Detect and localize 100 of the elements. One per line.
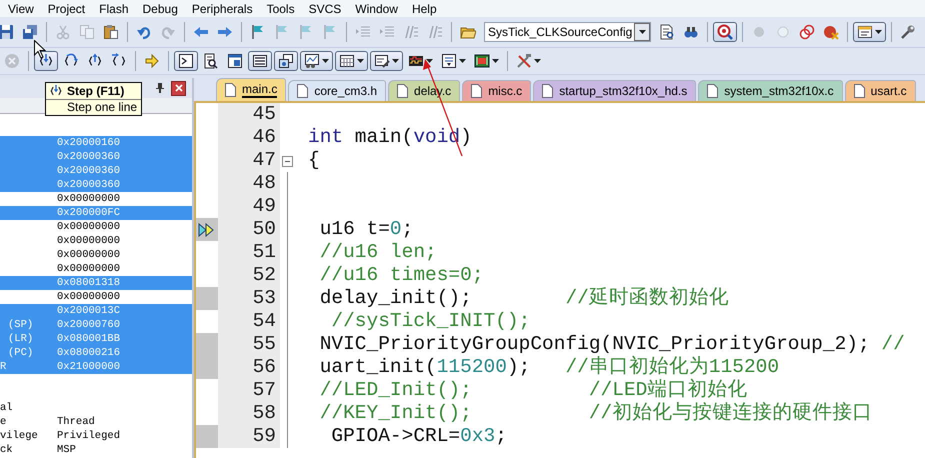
- caret-icon[interactable]: [492, 59, 499, 63]
- register-row[interactable]: 0x00000000: [0, 220, 192, 234]
- magnifier-button[interactable]: [713, 22, 738, 42]
- save-all-icon[interactable]: [22, 24, 38, 40]
- document-icon: [471, 84, 482, 98]
- save-icon[interactable]: [0, 24, 14, 40]
- register-value: 0x00000000: [57, 291, 120, 303]
- code-line: u16 t=0;: [318, 218, 414, 241]
- clipboard-icon[interactable]: [103, 24, 119, 40]
- line-number: 45: [218, 103, 280, 126]
- line-number: 52: [218, 264, 280, 287]
- document-icon: [397, 84, 408, 98]
- tooltip-text: Step one line: [66, 100, 138, 115]
- line-number: 46: [218, 126, 280, 149]
- binoculars-icon[interactable]: [683, 24, 700, 40]
- register-name: (SP): [7, 319, 34, 331]
- register-row[interactable]: vilege Privileged: [0, 429, 192, 443]
- code-line: uart_init(115200); //串口初始化为115200: [318, 356, 780, 378]
- magnifier-icon: [717, 24, 734, 40]
- braces-arrow-icon: [49, 84, 63, 98]
- file-tab[interactable]: startup_stm32f10x_hd.s: [533, 80, 696, 101]
- register-value: 0x21000000: [57, 361, 120, 373]
- file-tab[interactable]: usart.c: [844, 80, 916, 101]
- chip-icon[interactable]: [474, 53, 490, 69]
- register-value: 0x200000FC: [57, 207, 120, 219]
- register-row[interactable]: ck MSP: [0, 443, 192, 457]
- menu-item[interactable]: SVCS: [308, 2, 342, 16]
- register-row[interactable]: e Thread: [0, 415, 192, 429]
- caret-icon[interactable]: [357, 59, 364, 63]
- menu-item[interactable]: Tools: [266, 2, 295, 16]
- terminal-button[interactable]: [174, 51, 198, 71]
- register-row[interactable]: 0x00000000: [0, 290, 192, 304]
- function-dropdown[interactable]: SysTick_CLKSourceConfig: [484, 22, 652, 42]
- hammer-wrench-icon[interactable]: [516, 53, 532, 69]
- list-button[interactable]: [248, 51, 272, 71]
- register-value: 0x2000013C: [57, 305, 120, 317]
- pin-icon[interactable]: [155, 82, 165, 94]
- caret-icon[interactable]: [322, 59, 329, 63]
- document-search-icon[interactable]: [203, 53, 219, 69]
- settings-icon[interactable]: [900, 24, 916, 40]
- menu-item[interactable]: Peripherals: [192, 2, 253, 16]
- code-line: GPIOA->CRL=0x3;: [330, 425, 507, 448]
- file-tab[interactable]: main.c: [216, 78, 286, 101]
- collapse-icon[interactable]: [282, 156, 292, 167]
- window-pen-icon: [374, 53, 390, 69]
- register-row[interactable]: al: [0, 401, 192, 415]
- line-number: 49: [218, 195, 280, 218]
- window-chart-button[interactable]: [300, 51, 333, 71]
- caret-icon[interactable]: [426, 59, 433, 63]
- file-tab[interactable]: misc.c: [462, 80, 532, 101]
- menu-item[interactable]: Project: [48, 2, 86, 16]
- window-pen-button[interactable]: [370, 51, 403, 71]
- stacked-windows-button[interactable]: [274, 51, 298, 71]
- line-number: 51: [218, 241, 280, 264]
- register-value: 0x08001318: [57, 277, 120, 289]
- menu-item[interactable]: Debug: [142, 2, 178, 16]
- register-row[interactable]: 0x00000000: [0, 262, 192, 276]
- mouse-pointer-icon: [34, 40, 46, 59]
- stacked-windows-icon: [278, 53, 294, 69]
- close-icon: [174, 84, 182, 92]
- flag-icon[interactable]: [250, 24, 266, 40]
- close-button[interactable]: [171, 80, 186, 96]
- double-circle-icon[interactable]: [799, 24, 816, 40]
- left-arrow-icon[interactable]: [193, 24, 209, 40]
- menu-item[interactable]: Help: [412, 2, 437, 16]
- circle-cross-icon[interactable]: [823, 24, 840, 40]
- register-value: 0x08000216: [57, 347, 120, 359]
- right-arrow-icon[interactable]: [217, 24, 233, 40]
- menu-item[interactable]: Window: [355, 2, 398, 16]
- tooltip-title: Step (F11): [67, 84, 124, 98]
- line-number: 47: [218, 149, 280, 172]
- code-line: //sysTick_INIT();: [330, 310, 530, 333]
- caret-icon[interactable]: [392, 59, 399, 63]
- code-line: //u16 times=0;: [318, 264, 484, 287]
- grid-button[interactable]: [335, 51, 368, 71]
- menu-item[interactable]: Flash: [99, 2, 128, 16]
- register-name: vilege: [0, 430, 39, 442]
- document-icon: [542, 84, 554, 98]
- register-row[interactable]: 0x00000000: [0, 234, 192, 248]
- caret-icon[interactable]: [875, 30, 882, 34]
- code-line: NVIC_PriorityGroupConfig(NVIC_PriorityGroup_2); //: [318, 333, 905, 356]
- file-tab[interactable]: system_stm32f10x.c: [698, 80, 843, 101]
- waveform-icon[interactable]: [408, 53, 424, 69]
- register-value: 0x20000760: [57, 319, 120, 331]
- line-number: 48: [218, 172, 280, 195]
- code-line: //LED_Init(); //LED端口初始化: [318, 379, 748, 402]
- caret-icon[interactable]: [534, 59, 541, 63]
- register-value: 0x20000360: [57, 179, 120, 191]
- menu-item[interactable]: View: [8, 2, 34, 16]
- file-tab[interactable]: core_cm3.h: [288, 80, 386, 101]
- caret-icon: [638, 30, 646, 34]
- window-icon[interactable]: [227, 53, 243, 69]
- window-button[interactable]: [853, 22, 886, 42]
- window-list-icon[interactable]: [441, 53, 457, 69]
- register-row[interactable]: 0x00000000: [0, 248, 192, 262]
- register-row[interactable]: 0x00000000: [0, 192, 192, 206]
- caret-icon[interactable]: [459, 59, 466, 63]
- register-value: Privileged: [57, 430, 120, 442]
- document-search-icon[interactable]: [659, 24, 676, 40]
- right-arrow-icon[interactable]: [144, 53, 160, 69]
